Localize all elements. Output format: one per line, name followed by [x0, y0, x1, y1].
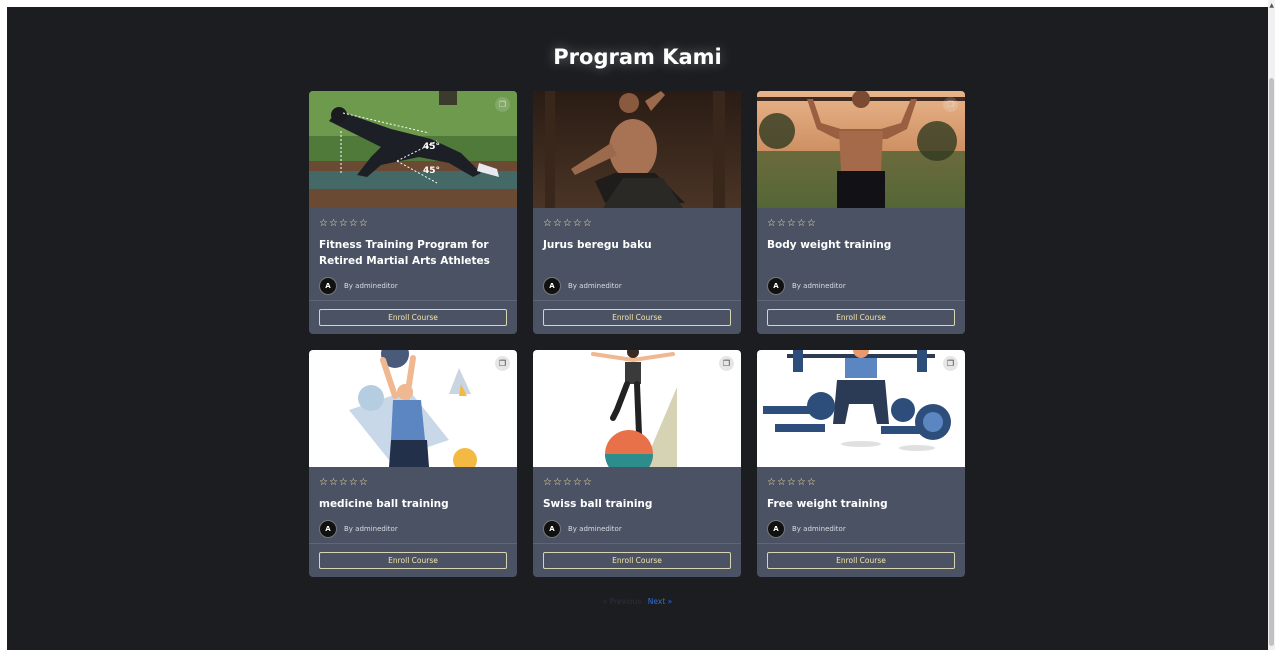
course-author: A By admineditor: [543, 277, 731, 295]
angle-label-top: 45°: [423, 142, 440, 152]
author-name: By admineditor: [568, 525, 622, 533]
enroll-course-button[interactable]: Enroll Course: [767, 552, 955, 569]
card-footer: Enroll Course: [309, 301, 517, 334]
previous-page-link[interactable]: « Previous: [603, 597, 642, 606]
rating-stars: ☆☆☆☆☆: [767, 477, 817, 488]
rating-stars: ☆☆☆☆☆: [543, 218, 593, 229]
martial-artist-image: [533, 91, 741, 208]
plank-exercise-image: 45° 45°: [309, 91, 517, 208]
author-name: By admineditor: [568, 282, 622, 290]
swiss-ball-image: [533, 350, 741, 467]
bookmark-icon[interactable]: ❐: [495, 356, 510, 371]
bookmark-icon[interactable]: ❐: [719, 356, 734, 371]
course-title[interactable]: Fitness Training Program for Retired Mar…: [319, 237, 507, 269]
page-title: Program Kami: [553, 45, 722, 69]
course-title[interactable]: Jurus beregu baku: [543, 237, 731, 253]
enroll-course-button[interactable]: Enroll Course: [543, 552, 731, 569]
author-name: By admineditor: [792, 282, 846, 290]
card-body: ☆☆☆☆☆ Jurus beregu baku A By admineditor: [533, 208, 741, 300]
enroll-course-button[interactable]: Enroll Course: [543, 309, 731, 326]
course-card[interactable]: 45° 45° ❐ ☆☆☆☆☆ Fitness Training Program…: [309, 91, 517, 334]
card-body: ☆☆☆☆☆ Body weight training A By adminedi…: [757, 208, 965, 300]
card-footer: Enroll Course: [533, 301, 741, 334]
scrollbar-thumb[interactable]: [1269, 78, 1274, 646]
avatar: A: [319, 277, 337, 295]
avatar: A: [543, 277, 561, 295]
enroll-course-button[interactable]: Enroll Course: [319, 552, 507, 569]
card-footer: Enroll Course: [757, 544, 965, 577]
course-title[interactable]: Free weight training: [767, 496, 955, 512]
rating-stars: ☆☆☆☆☆: [767, 218, 817, 229]
vertical-scrollbar[interactable]: ▲: [1268, 0, 1275, 650]
course-title[interactable]: medicine ball training: [319, 496, 507, 512]
course-card[interactable]: ☆☆☆☆☆ Jurus beregu baku A By admineditor…: [533, 91, 741, 334]
course-card[interactable]: ❐ ☆☆☆☆☆ Body weight training A By admine…: [757, 91, 965, 334]
pagination: « Previous Next »: [7, 597, 1268, 606]
pullup-image: [757, 91, 965, 208]
course-author: A By admineditor: [767, 520, 955, 538]
avatar: A: [767, 520, 785, 538]
rating-stars: ☆☆☆☆☆: [319, 477, 369, 488]
bookmark-icon[interactable]: ❐: [495, 97, 510, 112]
bookmark-icon[interactable]: ❐: [943, 97, 958, 112]
course-thumbnail[interactable]: ❐: [757, 91, 965, 208]
card-footer: Enroll Course: [309, 544, 517, 577]
course-thumbnail[interactable]: 45° 45° ❐: [309, 91, 517, 208]
course-card[interactable]: ❐ ☆☆☆☆☆ Free weight training A By admine…: [757, 350, 965, 577]
rating-stars: ☆☆☆☆☆: [319, 218, 369, 229]
course-thumbnail[interactable]: [533, 91, 741, 208]
course-card[interactable]: ❐ ☆☆☆☆☆ Swiss ball training A By admined…: [533, 350, 741, 577]
medicine-ball-image: [309, 350, 517, 467]
card-body: ☆☆☆☆☆ medicine ball training A By admine…: [309, 467, 517, 543]
rating-stars: ☆☆☆☆☆: [543, 477, 593, 488]
course-grid: 45° 45° ❐ ☆☆☆☆☆ Fitness Training Program…: [309, 91, 965, 577]
course-author: A By admineditor: [319, 520, 507, 538]
avatar: A: [319, 520, 337, 538]
free-weights-image: [757, 350, 965, 467]
angle-label-bottom: 45°: [423, 166, 440, 176]
author-name: By admineditor: [792, 525, 846, 533]
avatar: A: [767, 277, 785, 295]
course-thumbnail[interactable]: ❐: [309, 350, 517, 467]
course-author: A By admineditor: [319, 277, 507, 295]
course-title[interactable]: Swiss ball training: [543, 496, 731, 512]
enroll-course-button[interactable]: Enroll Course: [319, 309, 507, 326]
card-footer: Enroll Course: [533, 544, 741, 577]
course-card[interactable]: ❐ ☆☆☆☆☆ medicine ball training A By admi…: [309, 350, 517, 577]
card-body: ☆☆☆☆☆ Swiss ball training A By adminedit…: [533, 467, 741, 543]
author-name: By admineditor: [344, 282, 398, 290]
card-body: ☆☆☆☆☆ Fitness Training Program for Retir…: [309, 208, 517, 300]
course-author: A By admineditor: [543, 520, 731, 538]
author-name: By admineditor: [344, 525, 398, 533]
course-title[interactable]: Body weight training: [767, 237, 955, 253]
bookmark-icon[interactable]: ❐: [943, 356, 958, 371]
course-thumbnail[interactable]: ❐: [757, 350, 965, 467]
course-author: A By admineditor: [767, 277, 955, 295]
card-footer: Enroll Course: [757, 301, 965, 334]
next-page-link[interactable]: Next »: [648, 597, 672, 606]
avatar: A: [543, 520, 561, 538]
enroll-course-button[interactable]: Enroll Course: [767, 309, 955, 326]
page-viewport: Program Kami 45° 45° ❐ ☆☆☆☆☆ Fitness Tra…: [7, 7, 1268, 650]
card-body: ☆☆☆☆☆ Free weight training A By adminedi…: [757, 467, 965, 543]
scroll-up-arrow-icon[interactable]: ▲: [1269, 2, 1274, 9]
course-thumbnail[interactable]: ❐: [533, 350, 741, 467]
